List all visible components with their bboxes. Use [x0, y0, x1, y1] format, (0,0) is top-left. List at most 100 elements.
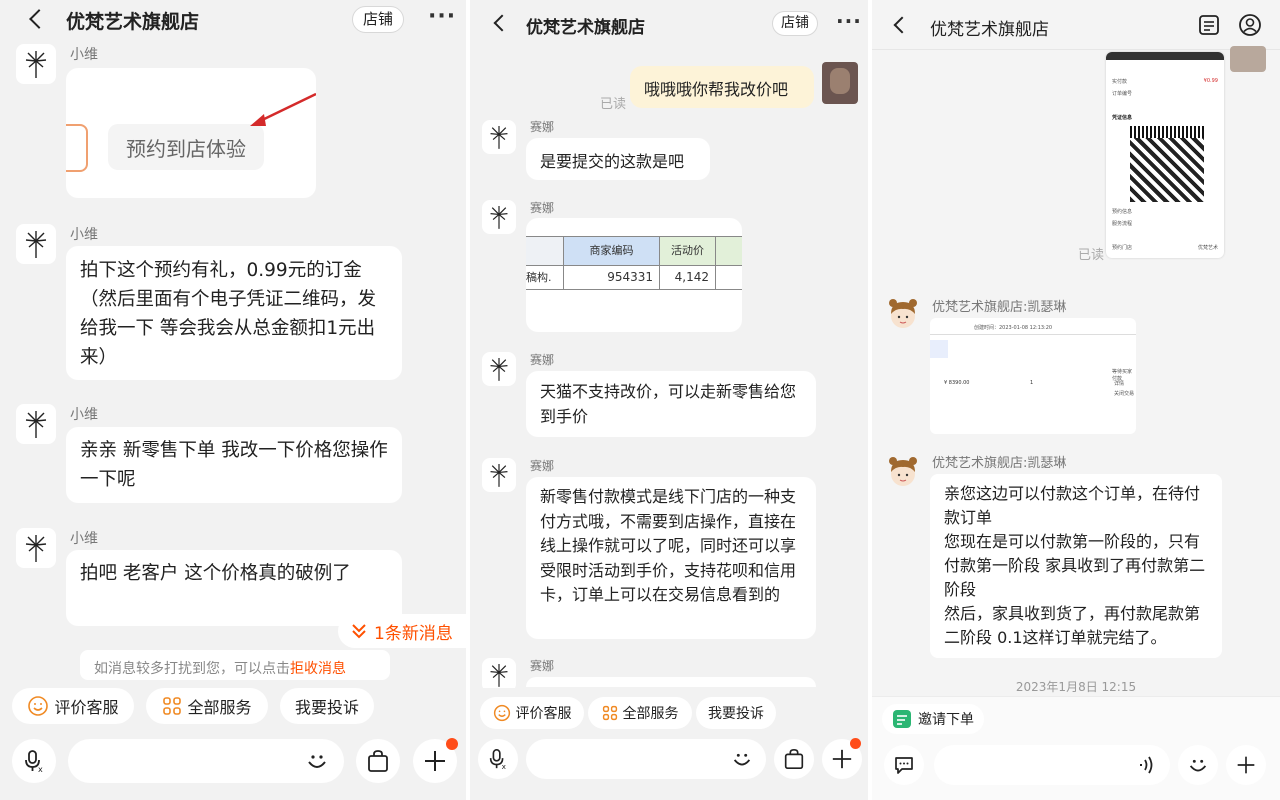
voucher-amount: ¥0.99 [1203, 78, 1218, 84]
emoji-icon[interactable] [730, 747, 754, 771]
voice-wave-icon[interactable] [1136, 755, 1156, 775]
all-services-button[interactable]: 全部服务 [588, 697, 692, 729]
chat-menu-button[interactable] [884, 745, 924, 785]
shop-button[interactable]: 店铺 [772, 11, 818, 36]
message-input[interactable] [526, 739, 766, 779]
dandelion-icon [490, 664, 508, 687]
message-bubble[interactable]: 亲您这边可以付款这个订单，在待付款订单 您现在是可以付款第一阶段的，只有付款第一… [930, 474, 1222, 658]
avatar[interactable] [482, 120, 516, 154]
shopping-bag-button[interactable] [356, 739, 400, 783]
user-avatar[interactable] [1230, 46, 1266, 72]
message-bubble[interactable]: 天猫不支持改价，可以走新零售给您到手价 [526, 371, 816, 437]
message-bubble[interactable]: 是要提交的这款是吧 [526, 138, 710, 180]
order-time: 创建时间：2023-01-08 12:13:20 [974, 325, 1053, 331]
chat-panel-1: 优梵艺术旗舰店 店铺 ··· 小维 预约到店体验 小维 拍下这个预约有礼，0.9… [0, 0, 470, 800]
voice-translate-button[interactable]: x [478, 739, 518, 779]
invite-order-button[interactable]: 邀请下单 [882, 704, 984, 734]
agent-avatar[interactable] [886, 454, 920, 490]
dandelion-icon [490, 358, 508, 381]
chat-header: 优梵艺术旗舰店 店铺 ··· [470, 0, 868, 46]
new-message-label: 1条新消息 [374, 623, 453, 644]
cartoon-girl-icon [889, 457, 917, 486]
dandelion-icon [490, 126, 508, 149]
profile-icon[interactable] [1238, 13, 1262, 37]
voice-icon: x [25, 750, 43, 773]
plus-icon [832, 749, 852, 769]
chat-bubble-icon [895, 757, 913, 774]
table-cell: 稿构. [526, 266, 564, 289]
chat-header: 优梵艺术旗舰店 店铺 ··· [0, 0, 470, 40]
table-header-cell: 活动价 [660, 237, 716, 265]
cartoon-girl-icon [889, 299, 917, 328]
bag-icon [784, 748, 804, 770]
avatar[interactable] [16, 224, 56, 264]
quick-label: 评价客服 [515, 706, 572, 722]
barcode-stripes [1130, 126, 1204, 138]
avatar[interactable] [482, 352, 516, 386]
message-bubble[interactable] [526, 677, 816, 687]
double-chevron-down-icon [352, 624, 366, 639]
order-list-icon[interactable] [1198, 14, 1220, 36]
my-message-bubble[interactable]: 哦哦哦你帮我改价吧 [630, 66, 814, 108]
voice-icon: x [489, 749, 507, 770]
page-title: 优梵艺术旗舰店 [526, 18, 645, 38]
shop-button[interactable]: 店铺 [352, 6, 404, 33]
back-arrow-icon[interactable] [893, 16, 911, 34]
page-title: 优梵艺术旗舰店 [66, 11, 200, 33]
message-bubble[interactable]: 拍下这个预约有礼，0.99元的订金（然后里面有个电子凭证二维码，发给我一下 等会… [66, 246, 402, 380]
sender-name: 赛娜 [530, 659, 555, 673]
message-bubble[interactable]: 亲亲 新零售下单 我改一下价格您操作一下呢 [66, 427, 402, 503]
user-avatar[interactable] [822, 62, 858, 104]
chat-header: 优梵艺术旗舰店 [872, 0, 1280, 50]
bag-icon [368, 750, 388, 772]
rate-service-button[interactable]: 评价客服 [480, 697, 584, 729]
all-services-button[interactable]: 全部服务 [146, 688, 268, 724]
page-title: 优梵艺术旗舰店 [930, 20, 1049, 40]
order-price: ¥ 8390.00 [944, 380, 970, 386]
image-message[interactable]: 预约到店体验 [66, 68, 316, 198]
sender-name: 赛娜 [530, 353, 555, 367]
avatar[interactable] [482, 458, 516, 492]
voucher-row-label: 服务流程 [1112, 221, 1133, 227]
dandelion-icon [25, 411, 47, 438]
back-arrow-icon[interactable] [493, 14, 511, 32]
more-options-icon[interactable]: ··· [428, 4, 456, 29]
agent-avatar[interactable] [886, 296, 920, 332]
new-message-pill[interactable]: 1条新消息 [338, 614, 470, 648]
quick-label: 全部服务 [187, 698, 252, 717]
message-input[interactable] [68, 739, 344, 783]
reserve-visit-button-image: 预约到店体验 [108, 124, 264, 170]
notification-dot [850, 738, 861, 749]
more-options-icon[interactable]: ··· [836, 9, 862, 33]
plus-button[interactable] [1226, 745, 1266, 785]
sender-name: 小维 [70, 227, 98, 243]
plus-icon [425, 751, 445, 771]
back-arrow-icon[interactable] [29, 9, 49, 29]
reject-messages-link[interactable]: 拒收消息 [290, 661, 346, 677]
avatar[interactable] [16, 44, 56, 84]
emoji-button[interactable] [1178, 745, 1218, 785]
barcode-image [1130, 126, 1204, 202]
orange-outline [66, 124, 88, 172]
message-bubble[interactable]: 新零售付款模式是线下门店的一种支付方式哦，不需要到店操作，直接在线上操作就可以了… [526, 477, 816, 639]
rate-service-button[interactable]: 评价客服 [12, 688, 134, 724]
notice-text: 如消息较多打扰到您，可以点击 [94, 661, 290, 677]
sender-name: 优梵艺术旗舰店:凯瑟琳 [932, 456, 1067, 471]
order-image-message[interactable]: 创建时间：2023-01-08 12:13:20 ¥ 8390.00 1 等待买… [930, 318, 1136, 434]
avatar[interactable] [482, 658, 516, 692]
complaint-button[interactable]: 我要投诉 [280, 688, 374, 724]
table-cell: 954331 [564, 266, 660, 289]
complaint-button[interactable]: 我要投诉 [696, 697, 776, 729]
avatar[interactable] [482, 200, 516, 234]
avatar[interactable] [16, 528, 56, 568]
voice-translate-button[interactable]: x [12, 739, 56, 783]
sender-name: 赛娜 [530, 120, 555, 134]
shopping-bag-button[interactable] [774, 739, 814, 779]
grid-icon [163, 697, 182, 715]
avatar[interactable] [16, 404, 56, 444]
voucher-image-message[interactable]: 实付款 ¥0.99 订单编号 凭证信息 预约信息 服务流程 预约门店 优梵艺术 [1106, 52, 1224, 258]
voucher-title: 凭证信息 [1112, 115, 1133, 121]
emoji-icon[interactable] [304, 748, 330, 774]
message-input[interactable] [934, 745, 1170, 785]
image-message[interactable]: 商家编码 活动价 稿构. 954331 4,142 [526, 218, 742, 332]
